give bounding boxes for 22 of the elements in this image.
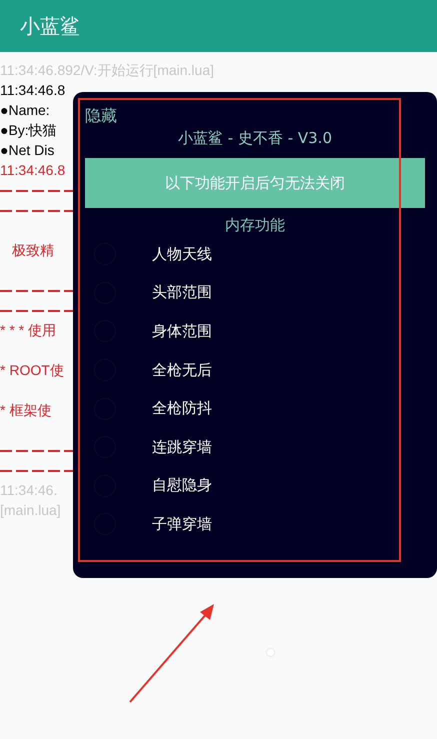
- option-label: 全枪无后: [152, 360, 212, 380]
- hide-button[interactable]: 隐藏: [85, 106, 117, 127]
- option-label: 头部范围: [152, 283, 212, 302]
- menu-title: 小蓝鲨 - 史不香 - V3.0: [178, 129, 332, 148]
- log-line: ●By:快猫: [0, 121, 57, 140]
- log-line: * 框架使: [0, 401, 52, 420]
- option-label: 自慰隐身: [152, 476, 212, 496]
- option-label: 身体范围: [152, 322, 212, 341]
- log-line: * ROOT使: [0, 361, 64, 380]
- log-line: 11:34:46.8: [0, 81, 66, 100]
- app-title: 小蓝鲨: [20, 12, 80, 40]
- option-label: 全枪防抖: [152, 399, 212, 418]
- option-label: 子弹穿墙: [152, 514, 212, 534]
- log-line: * * * 使用: [0, 321, 56, 340]
- notice-banner: 以下功能开启后匀无法关闭: [85, 158, 425, 208]
- log-line: 11:34:46.8: [0, 161, 66, 180]
- log-line: 极致精: [11, 241, 54, 260]
- log-line: ●Name:: [0, 101, 50, 120]
- section-heading: 内存功能: [225, 216, 285, 235]
- option-label: 连跳穿墙: [152, 438, 212, 457]
- log-line: ●Net Dis: [0, 141, 54, 160]
- option-label: 人物天线: [152, 244, 212, 264]
